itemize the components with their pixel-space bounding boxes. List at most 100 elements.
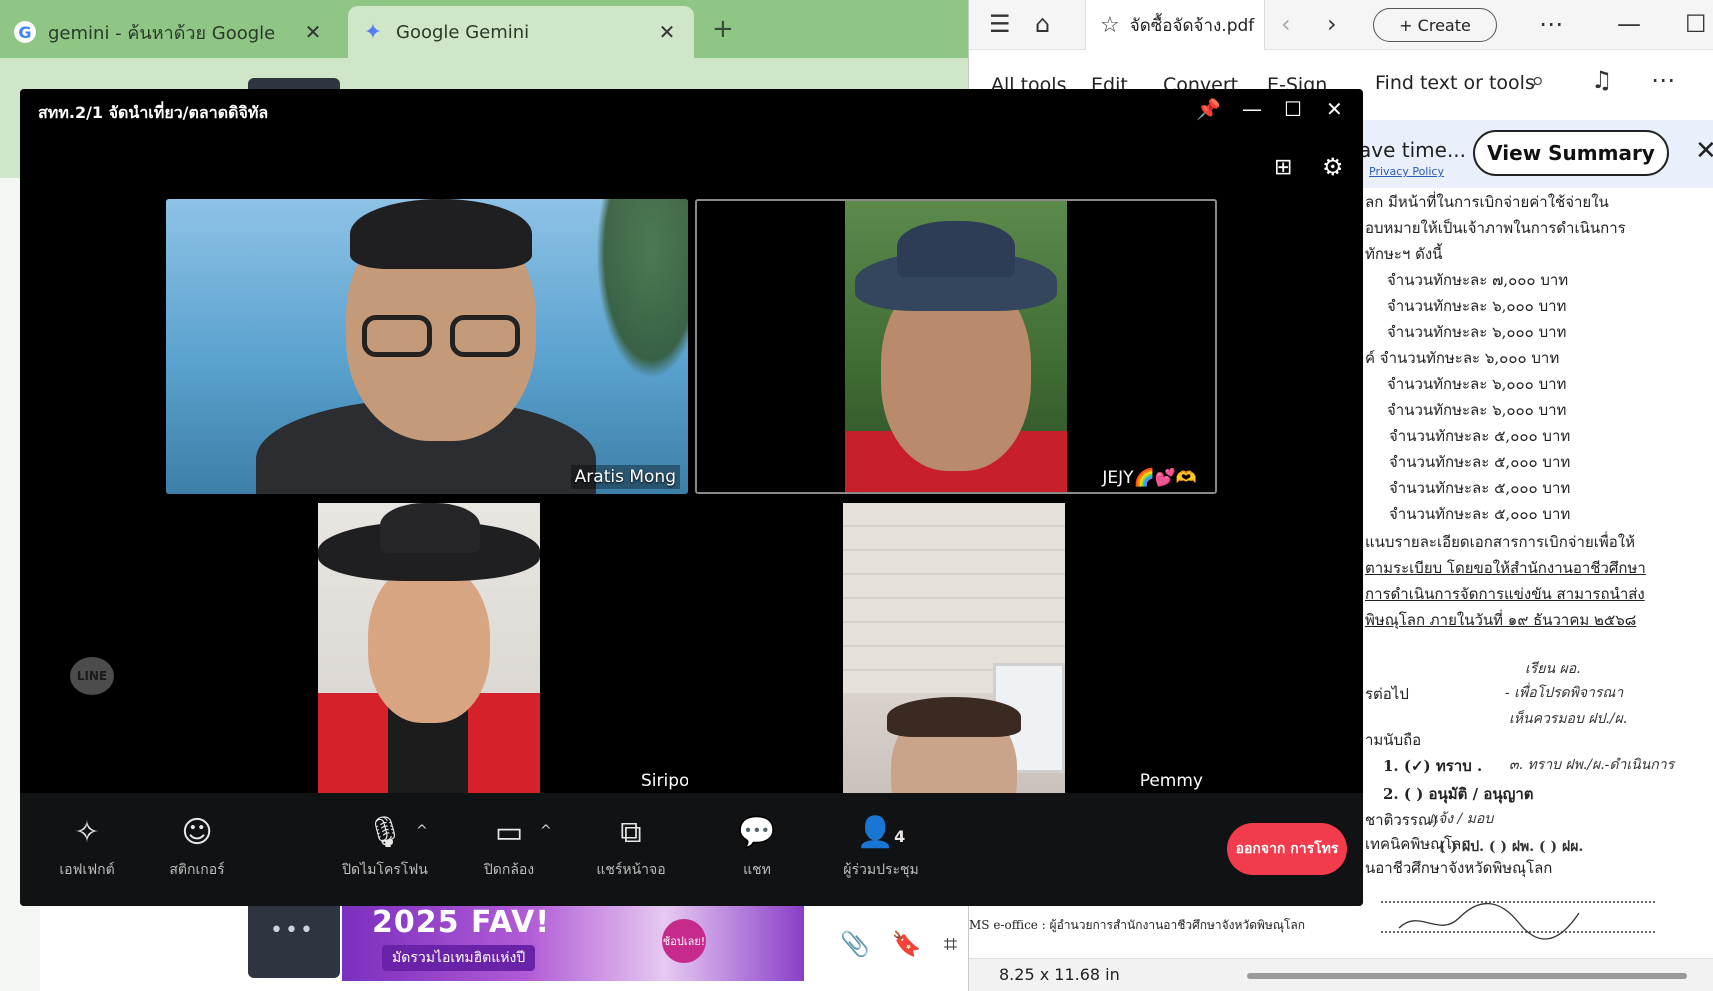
participant-name: Aratis Mong — [570, 465, 680, 489]
pdf-text-line: จำนวนทักษะละ ๖,๐๐๐ บาท — [1387, 323, 1567, 341]
home-icon[interactable]: ⌂ — [1035, 10, 1050, 38]
pdf-text-line: นอาชีวศึกษาจังหวัดพิษณุโลก — [1365, 859, 1553, 877]
line-logo: LINE — [70, 657, 114, 695]
participant-name: Pemmy — [1139, 771, 1203, 791]
participant-tile-active[interactable]: JEJY🌈💕🫶 — [695, 199, 1217, 494]
tab-title: gemini - ค้นหาด้วย Google — [48, 22, 276, 44]
star-icon[interactable]: ☆ — [1100, 13, 1120, 38]
leave-call-button[interactable]: ออกจาก การโทร — [1227, 823, 1347, 875]
pdf-text-line: จำนวนทักษะละ ๕,๐๐๐ บาท — [1389, 479, 1571, 497]
pdf-text-line: จำนวนทักษะละ ๕,๐๐๐ บาท — [1389, 505, 1571, 523]
search-icon[interactable]: ⌕ — [1531, 66, 1544, 94]
participant-video — [845, 201, 1067, 492]
signature-scribble — [1381, 901, 1655, 940]
mic-options-chevron-icon[interactable]: ^ — [416, 823, 428, 839]
participant-video — [166, 199, 688, 494]
new-tab-button[interactable]: + — [712, 14, 734, 44]
participant-name: JEJY🌈💕🫶 — [1102, 468, 1197, 488]
gear-icon[interactable]: ⚙ — [1322, 153, 1344, 181]
grid-layout-icon[interactable]: ⊞ — [1274, 155, 1292, 180]
headphones-icon[interactable]: ♫ — [1591, 66, 1613, 94]
pdf-footer-line: MS e-office : ผู้อำนวยการสำนักงานอาชีวศึ… — [969, 918, 1305, 932]
pin-icon[interactable]: 📌 — [1196, 97, 1221, 121]
line-call-window: สทท.2/1 จัดนำเที่ยว/ตลาดดิจิทัล 📌 — ☐ ✕ … — [20, 89, 1363, 906]
pdf-text-line: การดำเนินการจัดการแข่งขัน สามารถนำส่ง — [1365, 585, 1645, 603]
pdf-text-line: ชาติวรรณ) — [1365, 811, 1438, 829]
crop-icon[interactable]: ⌗ — [944, 930, 958, 958]
smiley-icon: ☺ — [181, 815, 213, 850]
handwritten-note: - เพื่อโปรดพิจารณา — [1505, 685, 1624, 701]
pdf-text-line: พิษณุโลก ภายในวันที่ ๑๙ ธันวาคม ๒๕๖๘ — [1365, 611, 1637, 629]
view-summary-button[interactable]: View Summary — [1473, 130, 1669, 176]
pdf-text-line: จำนวนทักษะละ ๗,๐๐๐ บาท — [1387, 271, 1569, 289]
google-icon: G — [14, 21, 36, 43]
more-icon[interactable]: ••• — [270, 918, 315, 943]
chat-bubble-icon: 💬 — [738, 815, 776, 850]
participants-label: ผู้ร่วมประชุม — [843, 862, 919, 878]
pdf-text-line: จำนวนทักษะละ ๕,๐๐๐ บาท — [1389, 427, 1571, 445]
create-button[interactable]: + Create — [1373, 8, 1497, 42]
mute-label: ปิดไมโครโฟน — [342, 862, 428, 878]
desktop: G gemini - ค้นหาด้วย Google ✕ ✦ Google G… — [0, 0, 1713, 991]
maximize-icon[interactable]: ☐ — [1284, 97, 1302, 121]
participants-button[interactable]: 👤4 ผู้ร่วมประชุม — [826, 813, 936, 881]
pdf-text-line: อบหมายให้เป็นเจ้าภาพในการดำเนินการ — [1365, 219, 1626, 237]
chrome-tab-google-search[interactable]: G gemini - ค้นหาด้วย Google ✕ — [0, 6, 340, 58]
more-icon[interactable]: ⋯ — [1651, 66, 1675, 94]
close-tab-icon[interactable]: ✕ — [654, 20, 680, 44]
maximize-icon[interactable]: ☐ — [1685, 10, 1707, 38]
person-icon: 👤4 — [856, 815, 906, 850]
hamburger-menu-icon[interactable]: ☰ — [989, 10, 1011, 38]
minimize-icon[interactable]: — — [1242, 97, 1262, 121]
sparkle-icon: ✧ — [74, 815, 100, 850]
page-size-label: 8.25 x 11.68 in — [999, 965, 1120, 984]
share-screen-icon: ⧉ — [620, 815, 642, 850]
participant-video — [318, 503, 540, 793]
effects-label: เอฟเฟกต์ — [59, 862, 115, 878]
share-screen-button[interactable]: ⧉ แชร์หน้าจอ — [576, 813, 686, 881]
chrome-tab-gemini[interactable]: ✦ Google Gemini ✕ — [348, 6, 694, 58]
pdf-text-line: จำนวนทักษะละ ๕,๐๐๐ บาท — [1389, 453, 1571, 471]
effects-button[interactable]: ✧ เอฟเฟกต์ — [32, 813, 142, 881]
pdf-text-line: ามนับถือ — [1365, 731, 1422, 749]
chevron-left-icon[interactable]: ‹ — [1281, 10, 1291, 38]
horizontal-scrollbar[interactable] — [1247, 973, 1687, 979]
close-tab-icon[interactable]: ✕ — [300, 20, 326, 44]
participant-tile[interactable]: Aratis Mong — [166, 199, 688, 494]
banner-badge: ช้อปเลย! — [662, 919, 706, 963]
close-icon[interactable]: ✕ — [1695, 136, 1713, 166]
chat-button[interactable]: 💬 แชท — [702, 813, 812, 881]
handwritten-note: แจ้ง / มอบ — [1429, 811, 1494, 827]
promo-text: ave time... — [1359, 138, 1467, 162]
pdf-text-line: 1. (✓) ทราบ . — [1383, 757, 1483, 775]
promo-banner-image[interactable]: 2025 FAV! มัดรวมไอเทมฮิตแห่งปี ช้อปเลย! — [342, 905, 804, 981]
pdf-text-line: จำนวนทักษะละ ๖,๐๐๐ บาท — [1387, 401, 1567, 419]
pdf-file-tab[interactable]: ☆ จัดซื้อจัดจ้าง.pdf — [1085, 0, 1265, 50]
acrobat-quick-tools: 📎 🔖 ⌗ — [840, 930, 957, 958]
stickers-label: สติกเกอร์ — [169, 862, 225, 878]
close-icon[interactable]: ✕ — [1326, 97, 1343, 121]
participant-tile[interactable]: Pemmy — [695, 503, 1217, 793]
chrome-tabstrip: G gemini - ค้นหาด้วย Google ✕ ✦ Google G… — [0, 0, 970, 58]
pdf-text-line: แนบรายละเอียดเอกสารการเบิกจ่ายเพื่อให้ — [1365, 533, 1636, 551]
participant-name: Siriporn — [641, 771, 688, 791]
find-text-or-tools[interactable]: Find text or tools — [1375, 72, 1535, 94]
participant-video — [843, 503, 1065, 793]
chevron-right-icon[interactable]: › — [1327, 10, 1337, 38]
pdf-text-line: จำนวนทักษะละ ๖,๐๐๐ บาท — [1387, 297, 1567, 315]
pdf-text-line: 2. ( ) อนุมัติ / อนุญาต — [1383, 785, 1534, 803]
chat-label: แชท — [743, 862, 771, 878]
pdf-text-line: ลก มีหน้าที่ในการเบิกจ่ายค่าใช้จ่ายใน — [1365, 193, 1609, 211]
handwritten-note: เห็นควรมอบ ฝป./ผ. — [1509, 711, 1628, 727]
stickers-button[interactable]: ☺ สติกเกอร์ — [142, 813, 252, 881]
more-options-icon[interactable]: ⋯ — [1539, 10, 1563, 38]
bookmark-icon[interactable]: 🔖 — [892, 930, 922, 958]
privacy-policy-link[interactable]: Privacy Policy — [1369, 165, 1444, 178]
minimize-icon[interactable]: — — [1617, 10, 1641, 38]
share-label: แชร์หน้าจอ — [596, 862, 666, 878]
paperclip-icon[interactable]: 📎 — [840, 930, 870, 958]
camera-options-chevron-icon[interactable]: ^ — [540, 823, 552, 839]
pdf-text-line: ทักษะฯ ดังนี้ — [1365, 245, 1443, 263]
banner-sub: มัดรวมไอเทมฮิตแห่งปี — [382, 945, 536, 971]
participant-tile[interactable]: Siriporn — [166, 503, 688, 793]
